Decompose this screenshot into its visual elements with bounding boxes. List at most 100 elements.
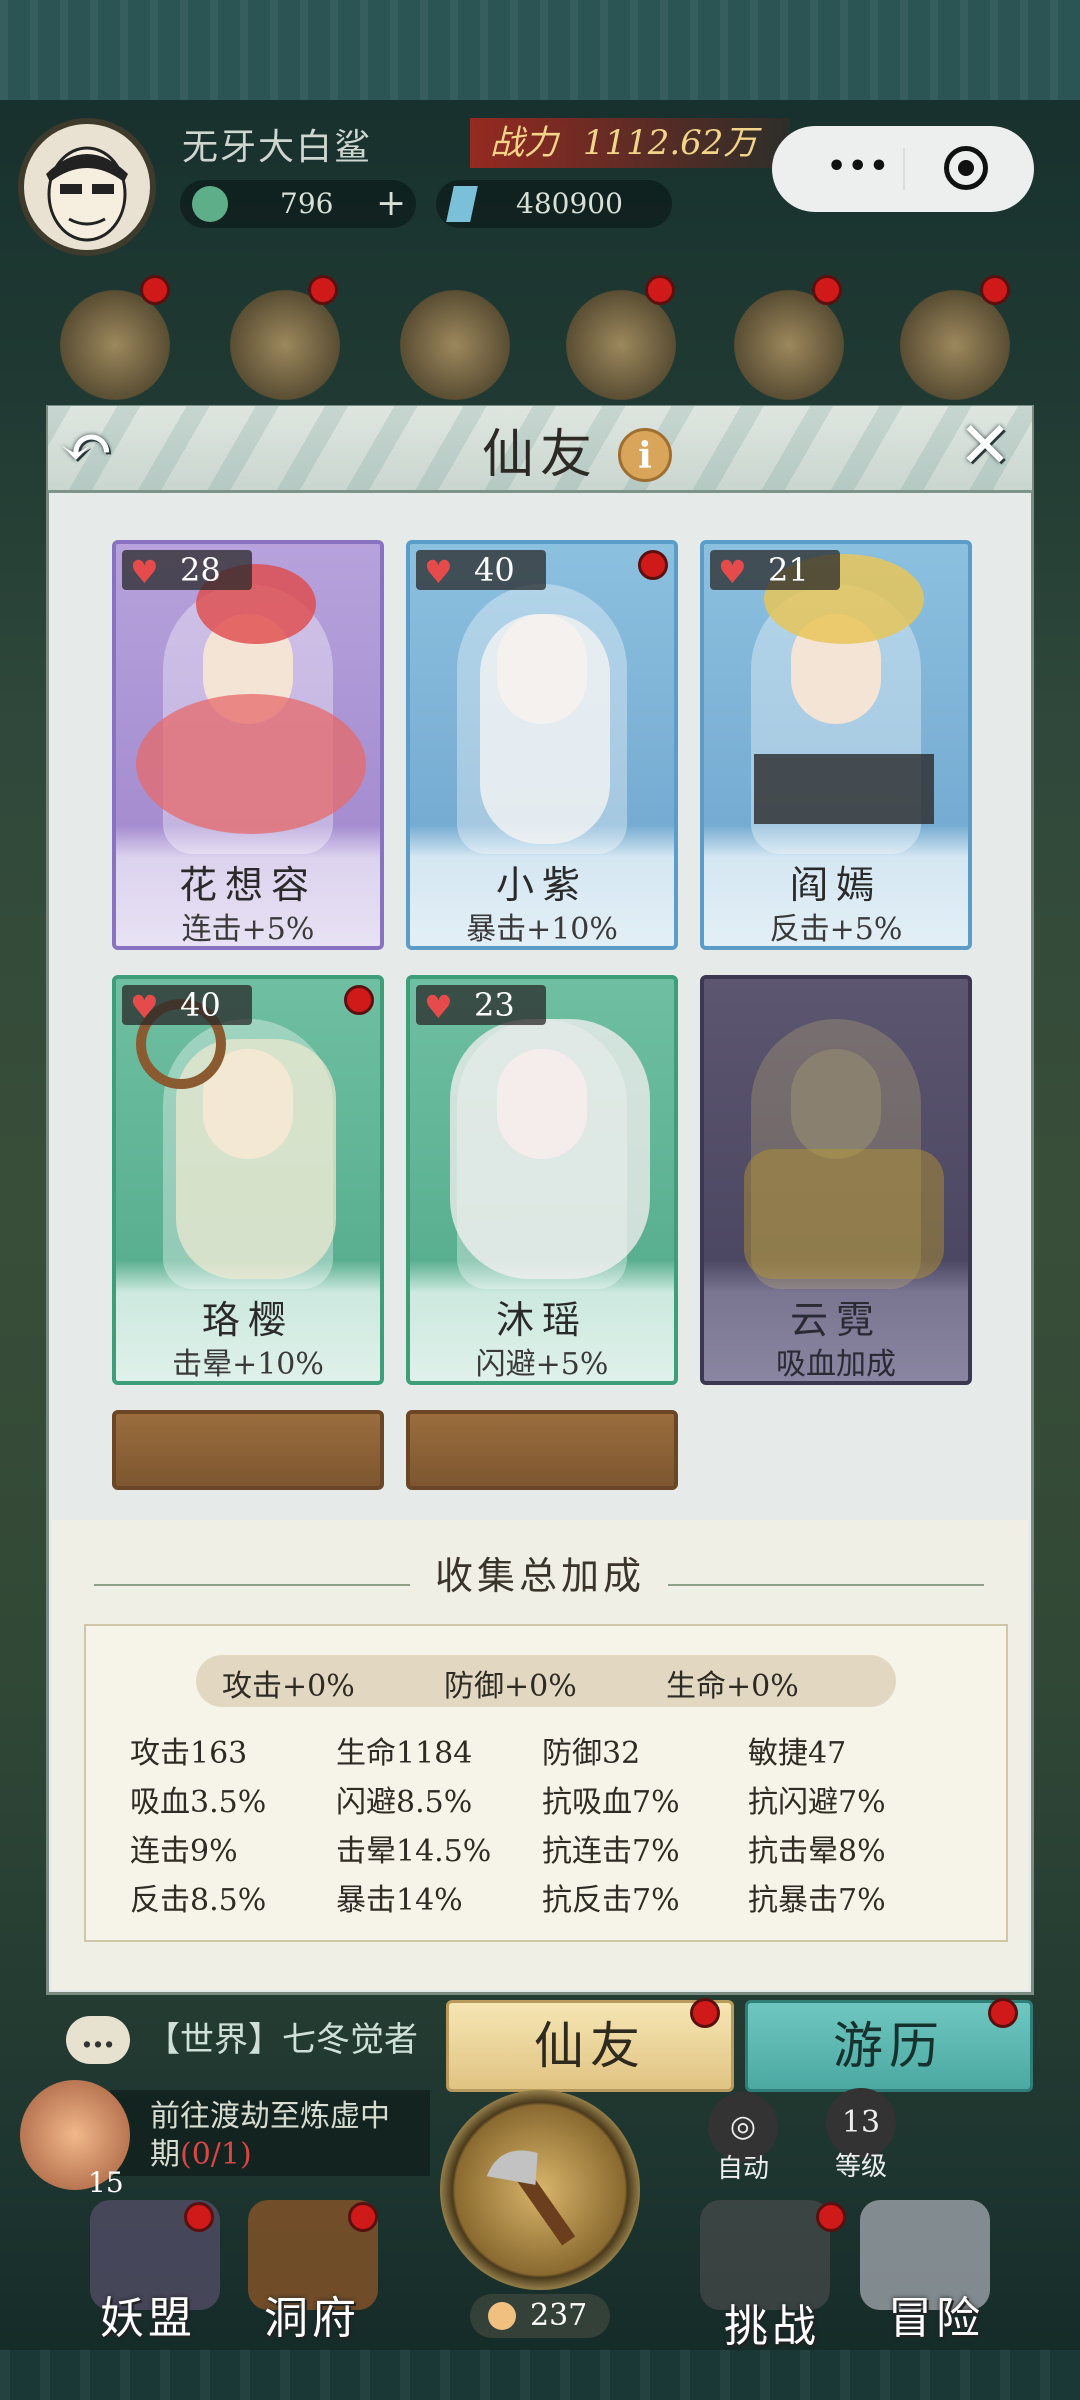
notification-dot <box>690 1998 720 2028</box>
notification-dot <box>348 2202 378 2232</box>
summary-defense: 防御+0% <box>444 1669 577 1704</box>
stat-value: 抗反击7% <box>542 1883 680 1918</box>
notification-dot <box>308 275 338 305</box>
heart-icon: ♥ <box>130 988 159 1026</box>
notification-dot <box>184 2202 214 2232</box>
card-portrait <box>410 979 674 1299</box>
bottom-pattern-band <box>0 2350 1080 2400</box>
currency-crystal: 480900 <box>436 180 672 228</box>
power-value: 1112.62万 <box>582 123 758 163</box>
stat-value: 抗暴击7% <box>748 1883 886 1918</box>
currency-jade: 796 + <box>180 180 416 228</box>
affection-badge: ♥ 21 <box>710 550 840 591</box>
add-currency-button[interactable]: + <box>376 180 406 228</box>
stat-value: 吸血3.5% <box>130 1785 267 1820</box>
companion-name: 云霓 <box>789 1298 882 1342</box>
axe-action-button[interactable] <box>440 2090 640 2290</box>
notification-dot <box>816 2202 846 2232</box>
player-avatar[interactable] <box>18 118 156 256</box>
peach-count: 15 <box>88 2166 124 2199</box>
companion-bonus: 连击+5% <box>181 912 315 947</box>
quest-tracker[interactable]: 前往渡劫至炼虚中 期(0/1) <box>110 2090 430 2176</box>
heart-icon: ♥ <box>718 553 747 591</box>
collection-title: 收集总加成 <box>434 1554 645 1598</box>
player-name: 无牙大白鲨 <box>182 127 373 168</box>
nav-adventure[interactable]: 冒险 <box>888 2282 984 2346</box>
stat-value: 连击9% <box>130 1834 238 1869</box>
chat-bubble-icon[interactable]: … <box>66 2016 130 2064</box>
combat-power: 战力 1112.62万 <box>470 118 790 168</box>
card-portrait <box>116 979 380 1299</box>
stat-value: 抗闪避7% <box>748 1785 886 1820</box>
companion-name: 沐瑶 <box>495 1298 588 1342</box>
card-portrait <box>704 979 968 1299</box>
stat-value: 抗击晕8% <box>748 1834 886 1869</box>
nav-cave[interactable]: 洞府 <box>264 2282 360 2346</box>
card-portrait <box>410 544 674 864</box>
companion-bonus: 闪避+5% <box>475 1347 609 1382</box>
companion-card-partial[interactable] <box>112 1410 384 1490</box>
companion-card-yunni-locked[interactable]: 云霓 吸血加成 <box>700 975 972 1385</box>
companion-card-luoying[interactable]: ♥ 40 珞樱 击晕+10% <box>112 975 384 1385</box>
more-options-icon[interactable]: ••• <box>827 152 891 182</box>
currency-jade-value: 796 <box>280 187 334 220</box>
modal-title: 仙友 <box>481 425 598 485</box>
heart-icon: ♥ <box>130 553 159 591</box>
quest-line2: 期 <box>150 2137 180 2172</box>
companion-card-xiaozi[interactable]: ♥ 40 小紫 暴击+10% <box>406 540 678 950</box>
first-recharge-icon[interactable] <box>60 290 170 400</box>
companion-bonus: 吸血加成 <box>776 1347 896 1382</box>
stat-value: 闪避8.5% <box>336 1785 473 1820</box>
currency-crystal-value: 480900 <box>516 187 623 220</box>
companion-bonus: 反击+5% <box>769 912 903 947</box>
companion-card-huaxiangrong[interactable]: ♥ 28 花想容 连击+5% <box>112 540 384 950</box>
level-label: 等级 <box>834 2152 887 2182</box>
energy-icon <box>488 2302 516 2330</box>
capsule-divider <box>903 148 905 190</box>
stat-value: 生命1184 <box>336 1736 473 1771</box>
companion-name: 花想容 <box>178 863 317 907</box>
energy-counter: 237 <box>470 2294 610 2338</box>
stat-value: 击晕14.5% <box>336 1834 492 1869</box>
axe-icon <box>486 2150 576 2246</box>
summary-health: 生命+0% <box>666 1669 799 1704</box>
value-pack-icon[interactable] <box>230 290 340 400</box>
notification-dot <box>812 275 842 305</box>
quest-line1: 前往渡劫至炼虚中 <box>150 2099 390 2134</box>
nav-challenge[interactable]: 挑战 <box>724 2290 820 2354</box>
crystal-icon <box>446 186 478 222</box>
close-miniprogram-icon[interactable] <box>944 146 988 190</box>
companion-card-yanyan[interactable]: ♥ 21 阎嫣 反击+5% <box>700 540 972 950</box>
companion-card-partial[interactable] <box>406 1410 678 1490</box>
demon-path-icon[interactable] <box>900 290 1010 400</box>
stat-value: 抗连击7% <box>542 1834 680 1869</box>
market-icon[interactable] <box>400 290 510 400</box>
back-arrow-icon[interactable]: ↶ <box>60 416 140 480</box>
miniprogram-capsule: ••• <box>772 126 1034 212</box>
stat-value: 攻击163 <box>130 1736 248 1771</box>
companion-name: 阎嫣 <box>789 863 882 907</box>
notification-dot <box>344 985 374 1015</box>
companion-name: 小紫 <box>495 863 588 907</box>
fate-icon[interactable] <box>566 290 676 400</box>
notification-dot <box>645 275 675 305</box>
companion-name: 珞樱 <box>201 1298 294 1342</box>
fortune-icon[interactable] <box>734 290 844 400</box>
nav-alliance[interactable]: 妖盟 <box>100 2282 196 2346</box>
affection-badge: ♥ 28 <box>122 550 252 591</box>
jade-coin-icon <box>192 186 228 222</box>
notification-dot <box>638 550 668 580</box>
quest-progress: (0/1) <box>180 2137 252 2172</box>
info-icon[interactable]: i <box>618 428 672 482</box>
companion-card-muyao[interactable]: ♥ 23 沐瑶 闪避+5% <box>406 975 678 1385</box>
close-icon[interactable]: ✕ <box>955 414 1015 478</box>
auto-label: 自动 <box>716 2154 769 2184</box>
notification-dot <box>980 275 1010 305</box>
summary-attack: 攻击+0% <box>222 1669 355 1704</box>
notification-dot <box>140 275 170 305</box>
energy-value: 237 <box>530 2298 588 2333</box>
card-portrait <box>116 544 380 864</box>
top-pattern-band <box>0 0 1080 100</box>
heart-icon: ♥ <box>424 553 453 591</box>
stat-value: 防御32 <box>542 1736 641 1771</box>
